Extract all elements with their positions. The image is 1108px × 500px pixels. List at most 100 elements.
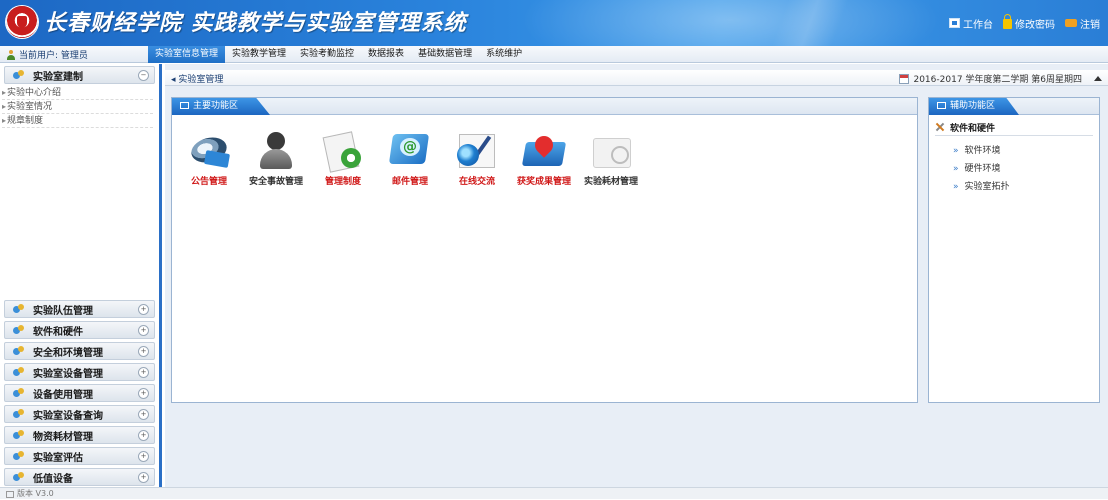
sidebar-section[interactable]: 实验室设备管理 + [4, 363, 155, 381]
main-panel-title: 主要功能区 [193, 101, 239, 111]
main-panel-header: 主要功能区 [172, 98, 917, 115]
function-item[interactable]: 公告管理 [180, 130, 238, 187]
panel-icon [180, 102, 189, 109]
sidebar-collapsed-sections: 实验队伍管理 + 软件和硬件 + 安全和环境管理 + 实验室设备管理 + 设备使用管理 + 实验室设… [0, 297, 159, 486]
sidebar-section-label: 实验室设备查询 [33, 410, 103, 422]
nav-tabs: 实验室信息管理 实验教学管理 实验考勤监控 数据报表 基础数据管理 系统维护 [148, 46, 529, 63]
current-user: 当前用户: 管理员 [6, 48, 88, 61]
expand-icon[interactable]: + [138, 408, 149, 420]
term-info: 2016-2017 学年度第二学期 第6周星期四 [899, 72, 1102, 85]
sidebar-section[interactable]: 实验队伍管理 + [4, 300, 155, 318]
current-user-label: 当前用户: 管理员 [19, 51, 88, 61]
sidebar-section-label: 实验队伍管理 [33, 305, 93, 317]
change-password-link[interactable]: 修改密码 [1003, 14, 1055, 31]
sidebar-sub-item[interactable]: 实验中心介绍 [2, 86, 153, 100]
function-label[interactable]: 在线交流 [459, 174, 495, 187]
function-item[interactable]: 管理制度 [314, 130, 372, 187]
aux-panel-header: 辅助功能区 [929, 98, 1099, 115]
function-grid: 公告管理 安全事故管理 管理制度 邮件管理 在线交流 获奖成果管理实验耗材管理 [180, 130, 649, 187]
sidebar-section-label: 实验室设备管理 [33, 368, 103, 380]
pen-icon [470, 135, 492, 163]
sidebar-section[interactable]: 实验室评估 + [4, 447, 155, 465]
function-label[interactable]: 公告管理 [191, 174, 227, 187]
award-icon[interactable] [522, 130, 566, 170]
expand-icon[interactable]: + [138, 471, 149, 483]
sidebar: 实验室建制 − 实验中心介绍实验室情况规章制度 实验队伍管理+软件和硬件+安全和… [0, 64, 162, 487]
expand-icon[interactable]: + [138, 366, 149, 378]
workbench-label: 工作台 [963, 19, 993, 31]
function-item[interactable]: 获奖成果管理 [515, 130, 573, 187]
nav-tab[interactable]: 实验考勤监控 [293, 46, 361, 63]
sidebar-section-label: 安全和环境管理 [33, 347, 103, 359]
expand-icon[interactable]: + [138, 324, 149, 336]
sidebar-section[interactable]: 软件和硬件 + [4, 321, 155, 339]
function-label[interactable]: 管理制度 [325, 174, 361, 187]
expand-icon[interactable]: + [138, 303, 149, 315]
aux-link[interactable]: 软件环境 [953, 142, 1099, 160]
section-icon [13, 388, 25, 398]
expand-icon[interactable]: + [138, 429, 149, 441]
regulation-icon[interactable] [321, 130, 365, 170]
function-item[interactable]: 在线交流 [448, 130, 506, 187]
workbench-link[interactable]: 工作台 [949, 16, 993, 31]
school-logo [6, 6, 38, 38]
collapse-up-icon[interactable] [1094, 76, 1102, 81]
online-chat-icon[interactable] [455, 130, 499, 170]
function-item[interactable]: 安全事故管理 [247, 130, 305, 187]
section-icon [13, 451, 25, 461]
sidebar-sub-item[interactable]: 实验室情况 [2, 100, 153, 114]
section-icon [13, 304, 25, 314]
tools-icon [935, 122, 945, 132]
sidebar-section[interactable]: 实验室设备查询 + [4, 405, 155, 423]
expand-icon[interactable]: + [138, 450, 149, 462]
function-item[interactable]: 邮件管理 [381, 130, 439, 187]
nav-tab[interactable]: 实验室信息管理 [148, 46, 226, 63]
mail-icon[interactable] [388, 130, 432, 170]
sidebar-section[interactable]: 低值设备 + [4, 468, 155, 486]
status-footer: 版本 V3.0 [0, 487, 1108, 499]
sidebar-section-lab-organization[interactable]: 实验室建制 − [4, 66, 155, 84]
sidebar-sub-item[interactable]: 规章制度 [2, 114, 153, 128]
function-label[interactable]: 实验耗材管理 [584, 174, 638, 187]
function-label[interactable]: 获奖成果管理 [517, 174, 571, 187]
aux-link[interactable]: 实验室拓扑 [953, 178, 1099, 196]
sidebar-section[interactable]: 物资耗材管理 + [4, 426, 155, 444]
aux-link[interactable]: 硬件环境 [953, 160, 1099, 178]
sidebar-section-label: 设备使用管理 [33, 389, 93, 401]
section-icon [13, 472, 25, 482]
lock-icon [1003, 14, 1012, 29]
function-label[interactable]: 邮件管理 [392, 174, 428, 187]
section-icon [13, 430, 25, 440]
expand-icon[interactable]: + [138, 387, 149, 399]
system-title: 长春财经学院 实践教学与实验室管理系统 [44, 10, 467, 36]
logout-label: 注销 [1080, 19, 1100, 31]
announcement-icon[interactable] [187, 130, 231, 170]
section-icon [13, 409, 25, 419]
main-panel-tab: 主要功能区 [172, 98, 271, 115]
function-item[interactable]: 实验耗材管理 [582, 130, 640, 187]
collapse-icon[interactable]: − [138, 69, 149, 81]
section-icon [13, 325, 25, 335]
section-icon [13, 367, 25, 377]
aux-function-panel: 辅助功能区 软件和硬件 软件环境硬件环境实验室拓扑 [928, 97, 1100, 403]
function-label[interactable]: 安全事故管理 [249, 174, 303, 187]
sidebar-section[interactable]: 安全和环境管理 + [4, 342, 155, 360]
sidebar-section[interactable]: 设备使用管理 + [4, 384, 155, 402]
aux-section-header: 软件和硬件 [935, 119, 1093, 136]
main-area: ◂ 实验室管理 2016-2017 学年度第二学期 第6周星期四 主要功能区 公… [165, 64, 1108, 487]
safety-accident-icon[interactable] [254, 130, 298, 170]
nav-tab[interactable]: 基础数据管理 [411, 46, 479, 63]
nav-tab[interactable]: 数据报表 [361, 46, 411, 63]
breadcrumb[interactable]: ◂ 实验室管理 [171, 72, 223, 85]
expand-icon[interactable]: + [138, 345, 149, 357]
panel-icon [937, 102, 946, 109]
header-links: 工作台 修改密码 注销 [949, 14, 1100, 31]
sidebar-section-label: 实验室评估 [33, 452, 83, 464]
nav-tab[interactable]: 实验教学管理 [225, 46, 293, 63]
logout-link[interactable]: 注销 [1065, 16, 1100, 31]
sidebar-section-label: 物资耗材管理 [33, 431, 93, 443]
breadcrumb-bar: ◂ 实验室管理 2016-2017 学年度第二学期 第6周星期四 [165, 70, 1108, 86]
app-header: 长春财经学院 实践教学与实验室管理系统 工作台 修改密码 注销 [0, 0, 1108, 46]
nav-tab[interactable]: 系统维护 [479, 46, 529, 63]
consumables-icon[interactable] [589, 130, 633, 170]
